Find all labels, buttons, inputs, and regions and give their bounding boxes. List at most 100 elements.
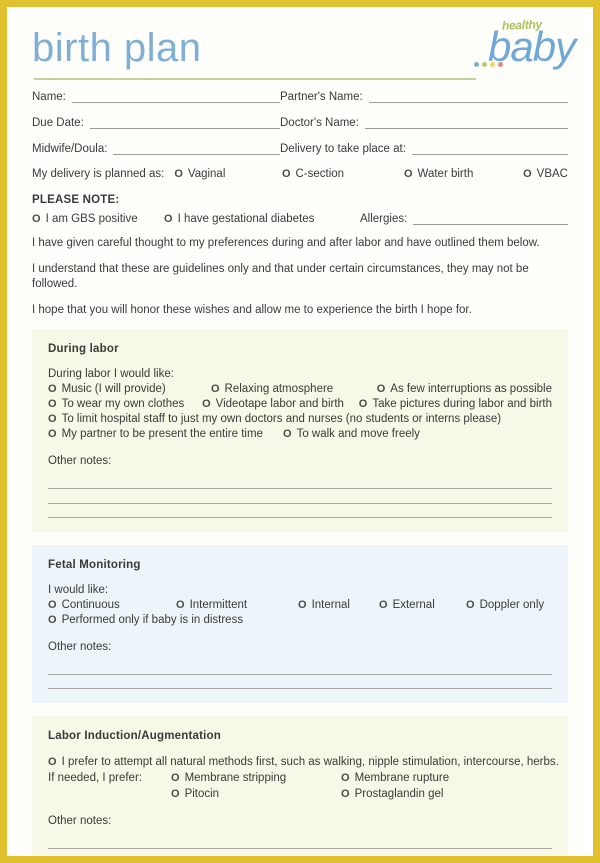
radio-membrane-rupture[interactable]: O Membrane rupture [341,770,449,786]
labor-induction-notes-label: Other notes: [48,815,112,827]
statement-hope: I hope that you will honor these wishes … [32,304,472,316]
radio-videotape[interactable]: O Videotape labor and birth [202,397,359,412]
field-name-input[interactable] [71,90,280,103]
please-note-options-row: O I am GBS positive O I have gestational… [32,212,568,225]
radio-delivery-vbac[interactable]: O VBAC [523,168,568,180]
field-name[interactable]: Name: [32,90,280,103]
radio-circle-icon: O [403,168,413,180]
field-partner-name-input[interactable] [368,90,568,103]
radio-doppler-only[interactable]: O Doppler only [466,598,552,613]
radio-music-label: Music (I will provide) [61,383,166,395]
radio-circle-icon: O [48,599,57,611]
fetal-monitoring-note-line[interactable] [48,675,552,689]
radio-natural-methods-first-label: I prefer to attempt all natural methods … [61,756,559,768]
field-doctor-name-input[interactable] [364,116,568,129]
section-during-labor-lead: During labor I would like: [48,368,174,380]
delivery-type-label: My delivery is planned as: [32,168,165,180]
radio-doppler-only-label: Doppler only [479,599,545,611]
radio-delivery-vaginal[interactable]: O Vaginal [174,168,282,180]
section-labor-induction-title: Labor Induction/Augmentation [48,730,221,742]
radio-music[interactable]: O Music (I will provide) [48,382,211,397]
statement-preferences: I have given careful thought to my prefe… [32,237,540,249]
during-labor-notes-label: Other notes: [48,455,112,467]
option-row: O Continuous O Intermittent O Internal O… [48,598,552,613]
radio-few-interruptions[interactable]: O As few interruptions as possible [377,382,552,397]
radio-natural-methods-first[interactable]: O I prefer to attempt all natural method… [48,755,559,770]
page-title: birth plan [32,26,202,70]
radio-only-if-distress[interactable]: O Performed only if baby is in distress [48,613,243,628]
radio-circle-icon: O [176,599,185,611]
radio-external-label: External [392,599,435,611]
during-labor-note-line[interactable] [48,474,552,489]
option-row: O Performed only if baby is in distress [48,613,552,628]
option-row: O To limit hospital staff to just my own… [48,412,552,427]
field-midwife-doula[interactable]: Midwife/Doula: [32,142,280,155]
radio-take-pictures-label: Take pictures during labor and birth [372,398,552,410]
radio-intermittent[interactable]: O Intermittent [176,598,298,613]
healthy-baby-logo: healthy baby [474,17,576,84]
radio-circle-icon: O [341,788,350,800]
statement-guidelines: I understand that these are guidelines o… [32,263,529,290]
radio-walk-move-freely-label: To walk and move freely [296,428,420,440]
radio-circle-icon: O [202,398,211,410]
please-note-heading: PLEASE NOTE: [32,194,120,206]
field-midwife-doula-input[interactable] [113,142,280,155]
radio-continuous[interactable]: O Continuous [48,598,176,613]
radio-continuous-label: Continuous [61,599,120,611]
identity-row: Due Date: Doctor's Name: [32,116,568,129]
radio-limit-hospital-staff[interactable]: O To limit hospital staff to just my own… [48,412,501,427]
field-delivery-location[interactable]: Delivery to take place at: [280,142,568,155]
logo-dots [474,62,503,67]
radio-delivery-vbac-label: VBAC [536,168,568,180]
radio-gestational-diabetes-label: I have gestational diabetes [177,213,315,225]
during-labor-note-line[interactable] [48,504,552,518]
option-row: O My partner to be present the entire ti… [48,427,552,442]
radio-delivery-c-section-label: C-section [295,168,345,180]
radio-circle-icon: O [48,383,57,395]
radio-internal[interactable]: O Internal [298,598,379,613]
radio-prostaglandin-gel[interactable]: O Prostaglandin gel [341,786,443,802]
field-name-label: Name: [32,91,66,103]
radio-prostaglandin-gel-label: Prostaglandin gel [354,788,444,800]
field-delivery-location-input[interactable] [411,142,568,155]
radio-pitocin[interactable]: O Pitocin [171,786,341,802]
radio-circle-icon: O [48,614,57,626]
radio-relaxing-atmosphere[interactable]: O Relaxing atmosphere [211,382,377,397]
radio-own-clothes[interactable]: O To wear my own clothes [48,397,202,412]
radio-partner-present[interactable]: O My partner to be present the entire ti… [48,427,283,442]
radio-delivery-c-section[interactable]: O C-section [282,168,404,180]
field-due-date-input[interactable] [89,116,280,129]
fetal-monitoring-notes-label: Other notes: [48,641,112,653]
radio-circle-icon: O [171,788,180,800]
field-doctor-name[interactable]: Doctor's Name: [280,116,568,129]
field-allergies-input[interactable] [413,212,568,225]
field-due-date[interactable]: Due Date: [32,116,280,129]
radio-external[interactable]: O External [379,598,466,613]
labor-induction-note-line[interactable] [48,849,552,856]
radio-circle-icon: O [281,168,291,180]
induction-sub-label: If needed, I prefer: [48,772,142,784]
logo-dot-yellow [490,62,495,67]
radio-walk-move-freely[interactable]: O To walk and move freely [283,427,420,442]
radio-circle-icon: O [48,413,57,425]
induction-preference-row: O Pitocin O Prostaglandin gel [48,786,552,802]
during-labor-note-line[interactable] [48,489,552,504]
field-partner-name-label: Partner's Name: [280,91,363,103]
radio-take-pictures[interactable]: O Take pictures during labor and birth [359,397,552,412]
logo-dot-green [482,62,487,67]
field-doctor-name-label: Doctor's Name: [280,117,359,129]
radio-gestational-diabetes[interactable]: O I have gestational diabetes [164,213,360,225]
section-fetal-monitoring-lead: I would like: [48,584,109,596]
field-allergies[interactable]: Allergies: [360,212,568,225]
radio-internal-label: Internal [311,599,350,611]
radio-few-interruptions-label: As few interruptions as possible [390,383,552,395]
radio-gbs-positive[interactable]: O I am GBS positive [32,213,164,225]
field-delivery-location-label: Delivery to take place at: [280,143,406,155]
radio-delivery-water-birth[interactable]: O Water birth [404,168,523,180]
fetal-monitoring-note-line[interactable] [48,660,552,675]
radio-membrane-stripping[interactable]: O Membrane stripping [171,770,341,786]
field-midwife-doula-label: Midwife/Doula: [32,143,108,155]
section-labor-induction: Labor Induction/Augmentation O I prefer … [32,716,568,856]
labor-induction-note-line[interactable] [48,834,552,849]
field-partner-name[interactable]: Partner's Name: [280,90,568,103]
